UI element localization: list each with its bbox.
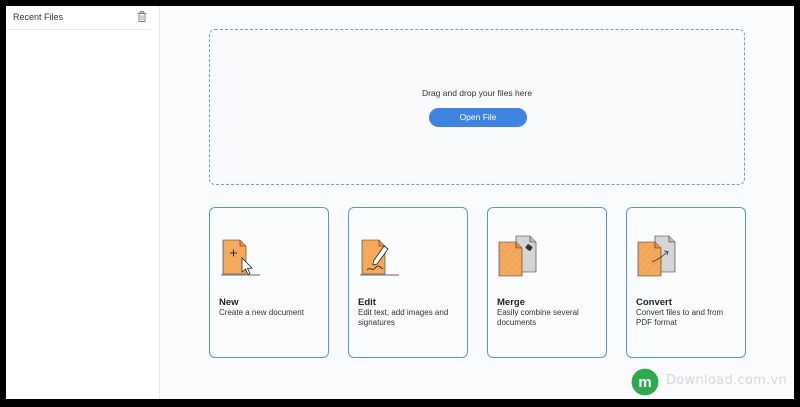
new-card[interactable]: New Create a new document: [209, 207, 329, 358]
new-card-title: New: [219, 297, 239, 308]
merge-card-description: Easily combine several documents: [497, 308, 579, 327]
convert-document-icon: [637, 235, 676, 277]
recent-files-title: Recent Files: [13, 12, 64, 22]
new-document-icon: [221, 239, 260, 276]
main-area: Drag and drop your files here Open File …: [161, 6, 794, 399]
edit-card-description: Edit text, add images and signatures: [358, 308, 449, 327]
convert-card-title: Convert: [636, 297, 672, 308]
file-drop-zone[interactable]: Drag and drop your files here Open File: [209, 29, 745, 185]
trash-icon[interactable]: [137, 11, 147, 22]
edit-document-icon: [360, 239, 399, 276]
svg-text:m: m: [638, 374, 651, 391]
convert-card-description: Convert files to and from PDF format: [636, 308, 724, 327]
app-window: Recent Files Drag and drop your files he…: [6, 6, 794, 399]
watermark-logo: m: [630, 367, 660, 397]
edit-card[interactable]: Edit Edit text, add images and signature…: [348, 207, 468, 358]
merge-card-title: Merge: [497, 297, 525, 308]
merge-documents-icon: [498, 235, 537, 277]
new-card-description: Create a new document: [219, 308, 304, 317]
open-file-button[interactable]: Open File: [429, 108, 527, 127]
watermark-text: Download.com.vn: [666, 373, 788, 388]
recent-files-sidebar: Recent Files: [6, 6, 160, 399]
drop-instruction: Drag and drop your files here: [421, 88, 533, 98]
merge-card[interactable]: Merge Easily combine several documents: [487, 207, 607, 358]
edit-card-title: Edit: [358, 297, 376, 308]
sidebar-header: Recent Files: [6, 6, 151, 30]
convert-card[interactable]: Convert Convert files to and from PDF fo…: [626, 207, 746, 358]
